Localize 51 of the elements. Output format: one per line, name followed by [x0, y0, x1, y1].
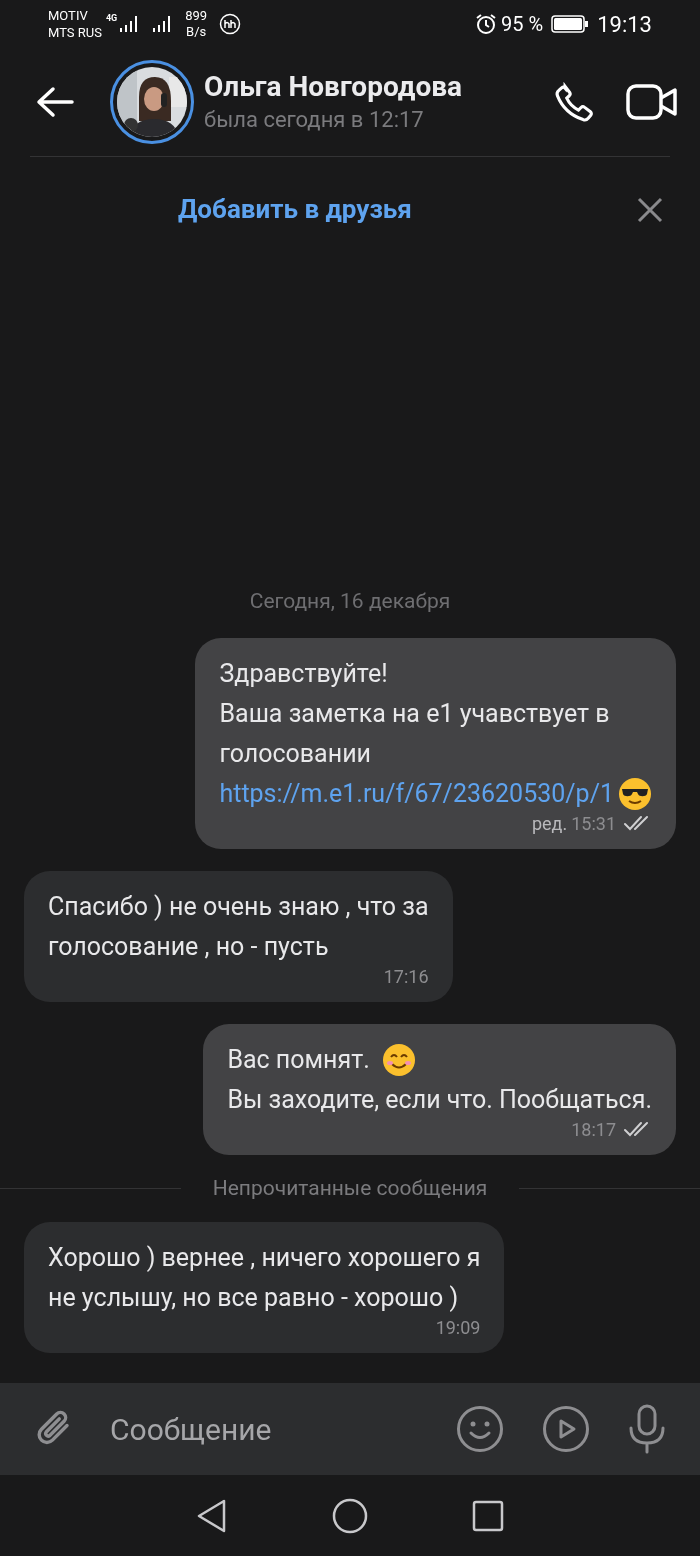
unread-divider-label: Непрочитанные сообщения: [211, 1174, 489, 1202]
network-type: 4G: [105, 14, 118, 23]
message-text: голосовании: [219, 737, 371, 770]
message-time: 15:31: [571, 811, 616, 836]
message-time: 19:09: [435, 1316, 481, 1340]
message-text: голосование , но - пусть: [48, 930, 329, 963]
close-icon: [637, 196, 663, 223]
sunglasses-emoji-icon: [618, 776, 652, 811]
message-text: Здравствуйте!: [219, 657, 388, 690]
triangle-back-icon: [196, 1497, 228, 1534]
edited-label: ред.: [531, 811, 568, 836]
date-label: Сегодня, 16 декабря: [249, 588, 451, 615]
nav-back-button[interactable]: [196, 1497, 228, 1534]
network-speed: 899: [185, 8, 208, 24]
carrier-name: MOTIV: [48, 7, 89, 24]
signal-icon: [119, 14, 140, 34]
message-text: Хорошо ) вернее , ничего хорошего я: [48, 1242, 481, 1274]
message-input[interactable]: Сообщение: [110, 1406, 448, 1452]
square-recents-icon: [472, 1499, 504, 1532]
voice-message-button[interactable]: [628, 1404, 666, 1454]
last-seen: была сегодня в 12:17: [204, 106, 425, 134]
battery-icon: [551, 15, 590, 33]
avatar[interactable]: [110, 60, 194, 144]
app-notification-icon: [219, 13, 242, 35]
add-friend-link[interactable]: Добавить в друзья: [178, 190, 412, 229]
carrier-name: MTS RUS: [48, 24, 102, 41]
play-circle-icon: [542, 1405, 590, 1453]
message-time: 18:17: [571, 1117, 616, 1142]
speed-unit: B/s: [186, 24, 207, 40]
battery-percent: 95 %: [501, 11, 544, 38]
alarm-icon: [475, 13, 498, 35]
message-field[interactable]: Сообщение: [0, 1383, 700, 1475]
recent-apps-button[interactable]: [472, 1499, 504, 1532]
message-text: Спасибо ) не очень знаю , что за: [48, 890, 429, 923]
message-time: 17:16: [383, 964, 429, 989]
message-text: Ваша заметка на е1 учавствует в: [219, 697, 610, 730]
video-message-button[interactable]: [542, 1405, 590, 1453]
message-text: не услышу, но все равно - хорошо ): [48, 1282, 459, 1314]
microphone-icon: [628, 1404, 666, 1454]
circle-home-icon: [332, 1497, 368, 1534]
message-text: Вас помнят.: [227, 1043, 370, 1076]
emoji-button[interactable]: [456, 1405, 504, 1453]
video-camera-icon: [626, 84, 678, 120]
message-text: Вы заходите, если что. Пообщаться.: [227, 1083, 652, 1116]
smiling-emoji-icon: [381, 1042, 416, 1077]
smiley-icon: [456, 1405, 504, 1453]
back-arrow-icon: [36, 86, 74, 118]
home-button[interactable]: [332, 1497, 368, 1534]
clock: 19:13: [597, 10, 652, 39]
contact-name: Ольга Новгородова: [204, 69, 463, 105]
message-link[interactable]: https://m.e1.ru/f/67/23620530/p/1: [219, 773, 614, 814]
